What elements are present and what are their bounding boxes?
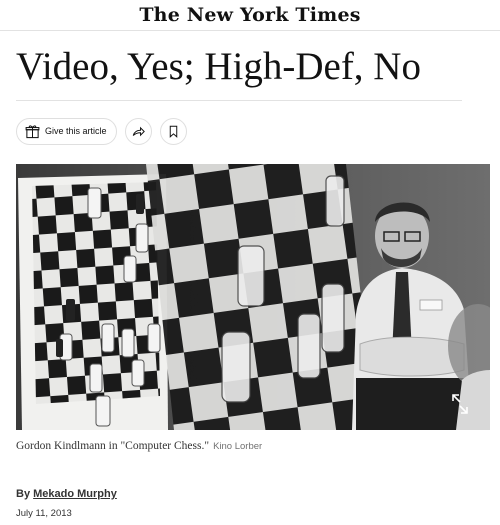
give-article-button[interactable]: Give this article xyxy=(16,117,117,145)
byline-prefix: By xyxy=(16,488,31,500)
publish-date: July 11, 2013 xyxy=(16,508,72,519)
gift-icon xyxy=(25,124,40,138)
caption-text: Gordon Kindlmann in "Computer Chess." xyxy=(16,440,210,452)
chess-photo-illustration xyxy=(16,164,490,430)
divider xyxy=(16,100,462,101)
headline: Video, Yes; High-Def, No xyxy=(16,45,421,88)
share-arrow-icon xyxy=(132,126,145,136)
nyt-logo[interactable]: The New York Times xyxy=(139,4,360,26)
photo-caption: Gordon Kindlmann in "Computer Chess." Kin… xyxy=(16,440,262,452)
masthead: The New York Times xyxy=(0,0,500,31)
article-photo[interactable] xyxy=(16,164,490,430)
bookmark-icon xyxy=(169,125,177,138)
share-button[interactable] xyxy=(124,117,152,145)
give-article-label: Give this article xyxy=(45,126,107,136)
share-toolbar: Give this article xyxy=(16,117,187,145)
save-button[interactable] xyxy=(159,117,187,145)
byline: By Mekado Murphy xyxy=(16,488,117,500)
author-link[interactable]: Mekado Murphy xyxy=(33,488,117,500)
photo-credit: Kino Lorber xyxy=(213,441,263,452)
